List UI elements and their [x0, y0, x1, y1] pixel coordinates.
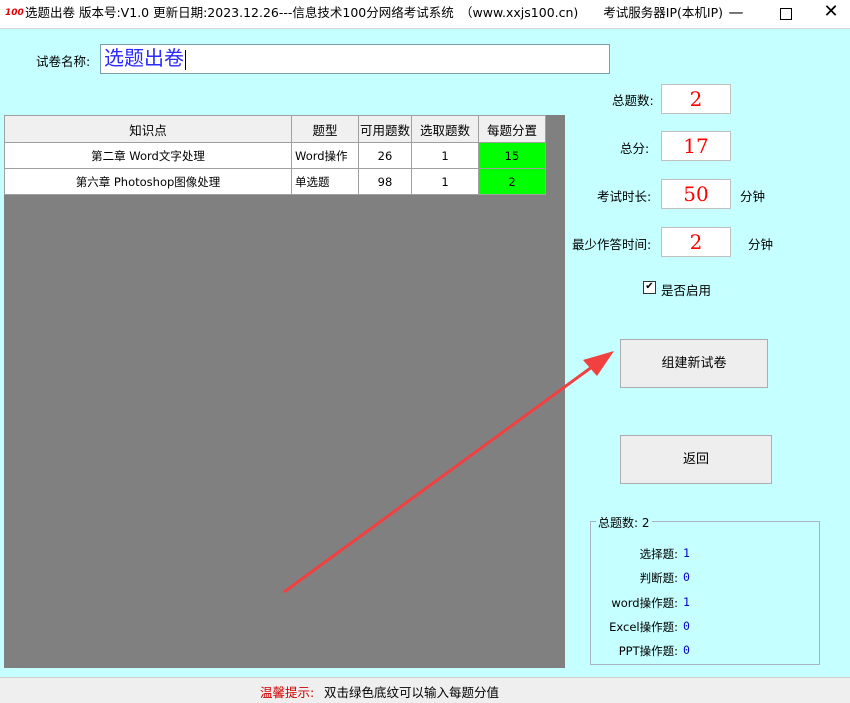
- stat-word-value: 1: [683, 595, 690, 609]
- header-available[interactable]: 可用题数: [358, 115, 412, 143]
- header-selected[interactable]: 选取题数: [411, 115, 479, 143]
- grid-header-row: 知识点 题型 可用题数 选取题数 每题分置: [4, 115, 546, 143]
- cell-selected[interactable]: 1: [411, 168, 479, 195]
- total-score-label: 总分:: [620, 141, 650, 156]
- min-time-unit: 分钟: [748, 237, 774, 252]
- header-type[interactable]: 题型: [291, 115, 359, 143]
- paper-name-value: 选题出卷: [104, 46, 184, 70]
- cell-topic[interactable]: 第二章 Word文字处理: [4, 142, 292, 169]
- cell-type[interactable]: 单选题: [291, 168, 359, 195]
- duration-field[interactable]: 50: [661, 179, 731, 209]
- maximize-button[interactable]: [763, 0, 809, 28]
- duration-label: 考试时长:: [597, 189, 652, 204]
- window-title: 选题出卷 版本号:V1.0 更新日期:2023.12.26---信息技术100分…: [25, 5, 725, 20]
- min-time-label: 最少作答时间:: [572, 237, 652, 252]
- header-score[interactable]: 每题分置: [478, 115, 546, 143]
- status-bar: 温馨提示: 双击绿色底纹可以输入每题分值: [0, 677, 850, 703]
- stat-judge-value: 0: [683, 570, 690, 584]
- minimize-button[interactable]: —: [713, 0, 759, 28]
- cell-type[interactable]: Word操作: [291, 142, 359, 169]
- cell-available[interactable]: 98: [358, 168, 412, 195]
- close-button[interactable]: ✕: [808, 0, 850, 28]
- stats-legend: 总题数: 2: [596, 514, 652, 531]
- paper-name-label: 试卷名称:: [36, 54, 91, 69]
- title-bar: 100 选题出卷 版本号:V1.0 更新日期:2023.12.26---信息技术…: [0, 0, 850, 29]
- cell-score[interactable]: 15: [478, 142, 546, 169]
- enable-label[interactable]: 是否启用: [661, 280, 711, 299]
- total-score-field[interactable]: 17: [661, 131, 731, 161]
- cell-score[interactable]: 2: [478, 168, 546, 195]
- cell-available[interactable]: 26: [358, 142, 412, 169]
- total-questions-field[interactable]: 2: [661, 84, 731, 114]
- stat-word-label: word操作题:: [611, 596, 678, 610]
- cell-topic[interactable]: 第六章 Photoshop图像处理: [4, 168, 292, 195]
- enable-checkbox[interactable]: ✔: [643, 281, 656, 294]
- min-time-field[interactable]: 2: [661, 227, 731, 257]
- question-grid-area[interactable]: 知识点 题型 可用题数 选取题数 每题分置 第二章 Word文字处理 Word操…: [4, 115, 565, 668]
- app-logo-icon: 100: [5, 8, 24, 18]
- stat-choice-label: 选择题:: [639, 547, 678, 561]
- stat-choice-value: 1: [683, 546, 690, 560]
- cell-selected[interactable]: 1: [411, 142, 479, 169]
- total-questions-label: 总题数:: [612, 93, 654, 108]
- hint-label: 温馨提示:: [260, 685, 315, 700]
- paper-name-input[interactable]: 选题出卷: [100, 44, 610, 74]
- table-row[interactable]: 第六章 Photoshop图像处理 单选题 98 1 2: [4, 168, 546, 195]
- header-topic[interactable]: 知识点: [4, 115, 292, 143]
- stat-excel-label: Excel操作题:: [609, 620, 678, 634]
- build-paper-button[interactable]: 组建新试卷: [620, 339, 768, 388]
- question-grid: 知识点 题型 可用题数 选取题数 每题分置 第二章 Word文字处理 Word操…: [4, 115, 546, 195]
- duration-unit: 分钟: [740, 189, 766, 204]
- stat-ppt-label: PPT操作题:: [618, 644, 678, 658]
- maximize-icon: [780, 8, 792, 20]
- stat-judge-label: 判断题:: [639, 571, 678, 585]
- table-row[interactable]: 第二章 Word文字处理 Word操作 26 1 15: [4, 142, 546, 169]
- back-button[interactable]: 返回: [620, 435, 772, 484]
- hint-text: 双击绿色底纹可以输入每题分值: [324, 685, 500, 700]
- stat-excel-value: 0: [683, 619, 690, 633]
- stat-ppt-value: 0: [683, 643, 690, 657]
- text-caret: [185, 49, 186, 70]
